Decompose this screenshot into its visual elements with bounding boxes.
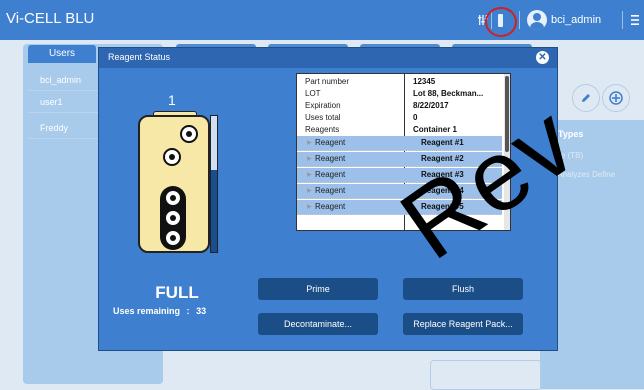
info-value: 8/22/2017 bbox=[413, 101, 449, 110]
expand-icon: ▶ bbox=[307, 188, 312, 194]
info-label: Expiration bbox=[305, 101, 341, 110]
replace-reagent-pack-button[interactable]: Replace Reagent Pack... bbox=[403, 313, 523, 335]
hamburger-menu-icon[interactable] bbox=[628, 0, 642, 40]
expand-icon: ▶ bbox=[307, 204, 312, 210]
app-title: Vi-CELL BLU bbox=[6, 10, 95, 27]
reagent-label: Reagent bbox=[315, 170, 346, 179]
user-avatar-icon bbox=[527, 10, 547, 30]
info-value: Container 1 bbox=[413, 125, 458, 134]
background-panel bbox=[430, 360, 542, 390]
pack-status: FULL bbox=[155, 283, 199, 302]
pack-port-icon bbox=[164, 229, 182, 247]
dialog-title: Reagent Status bbox=[108, 52, 171, 62]
uses-remaining-separator: : bbox=[186, 306, 190, 316]
info-row: Uses total 0 bbox=[297, 112, 502, 124]
user-menu[interactable]: bci_admin bbox=[527, 0, 611, 40]
expand-icon: ▶ bbox=[307, 140, 312, 146]
close-icon[interactable]: ✕ bbox=[536, 51, 549, 64]
info-row: LOT Lot 88, Beckman... bbox=[297, 88, 502, 100]
pack-port-icon bbox=[163, 148, 181, 166]
info-value: 0 bbox=[413, 113, 418, 122]
reagent-label: Reagent bbox=[315, 186, 346, 195]
pack-number: 1 bbox=[168, 92, 176, 108]
add-button[interactable] bbox=[602, 84, 630, 112]
edit-button[interactable] bbox=[572, 84, 600, 112]
reagent-label: Reagent bbox=[315, 154, 346, 163]
info-label: Reagents bbox=[305, 125, 340, 134]
topbar-divider bbox=[622, 11, 623, 29]
info-row: Part number 12345 bbox=[297, 76, 502, 88]
user-list-item[interactable]: user1 bbox=[28, 91, 98, 113]
uses-remaining-value: 33 bbox=[196, 306, 207, 316]
decontaminate-button[interactable]: Decontaminate... bbox=[258, 313, 378, 335]
users-header: Users bbox=[28, 45, 96, 63]
uses-remaining-label: Uses remaining bbox=[113, 306, 181, 316]
flush-button[interactable]: Flush bbox=[403, 278, 523, 300]
uses-remaining: Uses remaining : 33 bbox=[113, 306, 206, 316]
pack-port-icon bbox=[164, 209, 182, 227]
top-bar: Vi-CELL BLU bci_admin bbox=[0, 0, 644, 40]
info-label: Part number bbox=[305, 77, 350, 86]
info-value: 12345 bbox=[413, 77, 436, 86]
info-row: Expiration 8/22/2017 bbox=[297, 100, 502, 112]
info-label: Uses total bbox=[305, 113, 341, 122]
pack-port-icon bbox=[180, 125, 198, 143]
topbar-divider bbox=[519, 11, 520, 29]
reagent-label: Reagent bbox=[315, 138, 346, 147]
dialog-titlebar: Reagent Status ✕ bbox=[99, 48, 557, 68]
username-label: bci_admin bbox=[551, 14, 602, 26]
pack-port-icon bbox=[164, 189, 182, 207]
expand-icon: ▶ bbox=[307, 172, 312, 178]
reagent-level-bar bbox=[210, 115, 218, 253]
info-label: LOT bbox=[305, 89, 321, 98]
user-list-item[interactable]: Freddy bbox=[28, 117, 98, 139]
user-list-item[interactable]: bci_admin bbox=[28, 69, 98, 91]
highlight-circle bbox=[485, 7, 517, 37]
reagent-label: Reagent bbox=[315, 202, 346, 211]
reagent-level-fill bbox=[211, 170, 217, 252]
prime-button[interactable]: Prime bbox=[258, 278, 378, 300]
expand-icon: ▶ bbox=[307, 156, 312, 162]
info-value: Lot 88, Beckman... bbox=[413, 89, 484, 98]
